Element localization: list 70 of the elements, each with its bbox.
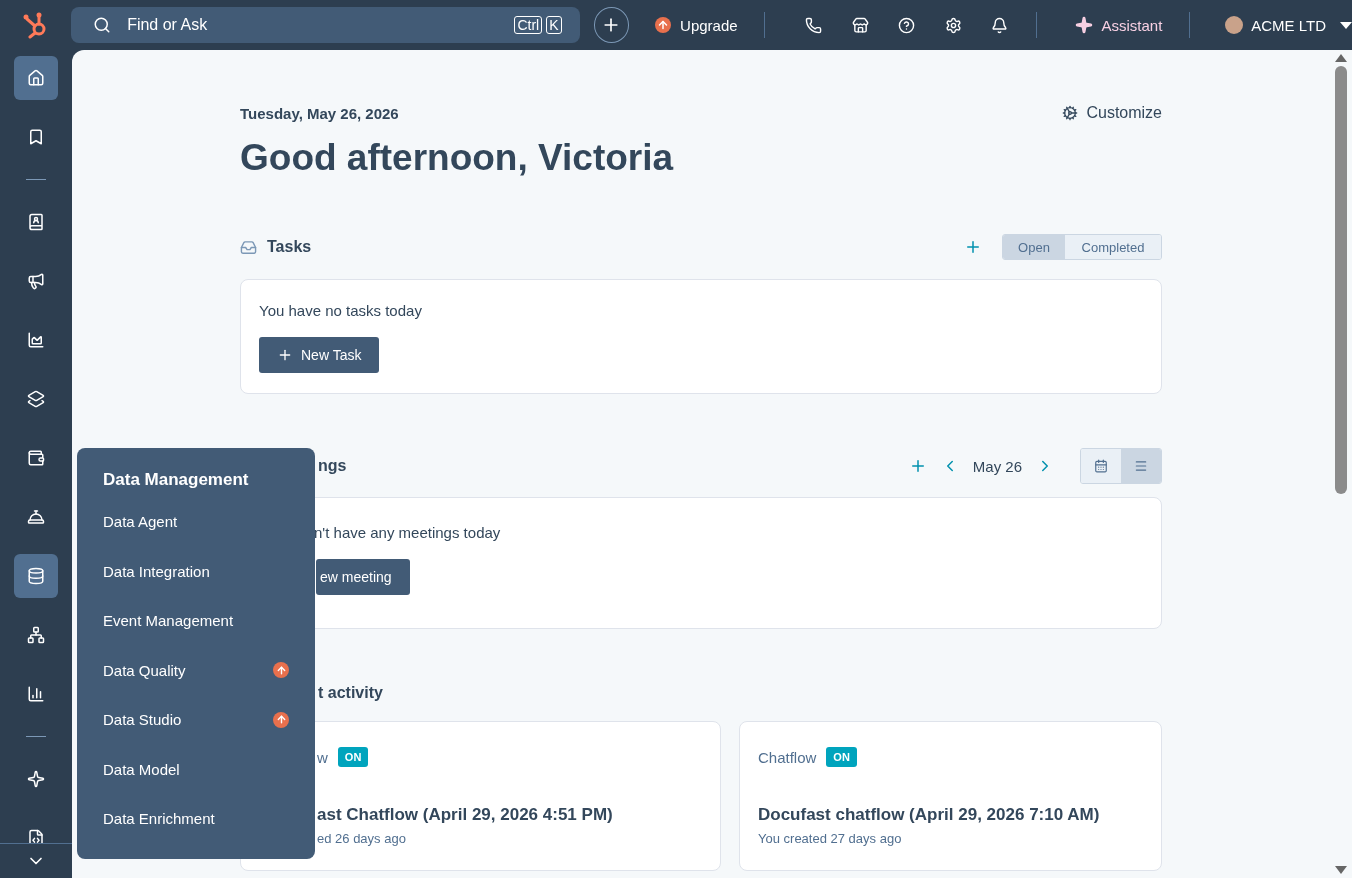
status-badge: ON [826, 747, 857, 767]
type-label: Chatflow [758, 748, 817, 766]
phone-icon[interactable] [805, 16, 823, 34]
create-button[interactable] [593, 7, 630, 43]
contact-book-icon [27, 213, 45, 231]
greeting-heading: Good afternoon, Victoria [240, 136, 675, 180]
bell-icon[interactable] [991, 16, 1009, 34]
home-icon [27, 69, 45, 87]
calendar-icon [1094, 459, 1108, 473]
account-menu[interactable]: ACME LTD [1225, 16, 1352, 34]
new-meeting-button[interactable]: ew meeting [316, 559, 410, 595]
bar-chart-icon [27, 685, 45, 703]
filter-tab[interactable]: Completed [1065, 235, 1161, 259]
help-icon[interactable] [898, 16, 916, 34]
search-input[interactable]: Find or Ask [125, 15, 497, 35]
shortcut-key: K [546, 16, 562, 34]
store-icon[interactable] [851, 16, 869, 34]
search-bar[interactable]: Find or Ask Ctrl K [71, 7, 580, 43]
empty-message: n't have any meetings today [314, 524, 502, 541]
add-icon[interactable] [964, 238, 982, 256]
menu-item[interactable]: Event Management [103, 596, 289, 646]
scroll-down-icon[interactable] [1335, 866, 1347, 874]
bookmark-icon [27, 128, 45, 146]
section-title: t activity [318, 684, 383, 702]
status-badge: ON [337, 747, 369, 767]
bell-icon [27, 508, 45, 526]
home-nav-button[interactable] [14, 56, 58, 100]
gear-icon [1062, 105, 1079, 121]
caret-icon [1339, 21, 1352, 29]
menu-title: Data Management [103, 469, 250, 491]
calendar-view-button[interactable] [1081, 449, 1121, 483]
wallet-icon [27, 449, 45, 467]
scroll-thumb[interactable] [1335, 66, 1347, 494]
data-nav-button[interactable] [14, 554, 58, 598]
card-title: ast Chatflow (April 29, 2026 4:51 PM) [317, 805, 614, 825]
section-title: ngs [318, 457, 347, 475]
date-text: Tuesday, May 26, 2026 [240, 104, 399, 122]
date-label: May 26 [972, 457, 1022, 475]
megaphone-icon [27, 272, 45, 290]
card-title: Docufast chatflow (April 29, 2026 7:10 AM) [758, 805, 1101, 825]
scroll-up-icon[interactable] [1335, 54, 1347, 62]
menu-item[interactable]: Data Quality [103, 645, 289, 695]
avatar [1225, 16, 1244, 34]
shortcut-key: Ctrl [514, 16, 543, 34]
menu-item[interactable]: Data Integration [103, 546, 289, 596]
layers-icon [27, 390, 45, 408]
card-meta: ed 26 days ago [317, 831, 407, 846]
upgrade-button[interactable]: Upgrade [655, 16, 738, 34]
database-icon [27, 567, 45, 585]
tasks-icon [240, 238, 257, 256]
empty-message: You have no tasks today [259, 302, 423, 319]
upgrade-icon [655, 17, 672, 33]
list-icon [1134, 459, 1148, 473]
section-title: Tasks [267, 238, 312, 256]
settings-icon[interactable] [944, 16, 962, 34]
code-file-icon [27, 829, 45, 843]
assistant-button[interactable]: Assistant [1075, 16, 1163, 34]
search-icon [93, 16, 112, 34]
activity-card[interactable]: Chatflow ON Docufast chatflow (April 29, 2026 7:10 AM) You created 27 days ago [739, 721, 1162, 871]
customize-button[interactable]: Customize [1062, 104, 1162, 122]
sparkle-icon [27, 770, 45, 788]
hierarchy-icon [27, 626, 45, 644]
card-meta: You created 27 days ago [758, 831, 903, 846]
menu-item[interactable]: Data Agent [103, 497, 289, 547]
chart-icon [27, 331, 45, 349]
filter-tab[interactable]: Open [1003, 235, 1065, 259]
plus-icon [277, 347, 293, 363]
type-label: w [317, 748, 328, 766]
new-task-button[interactable]: New Task [259, 337, 380, 373]
sparkle-icon [1075, 16, 1094, 34]
